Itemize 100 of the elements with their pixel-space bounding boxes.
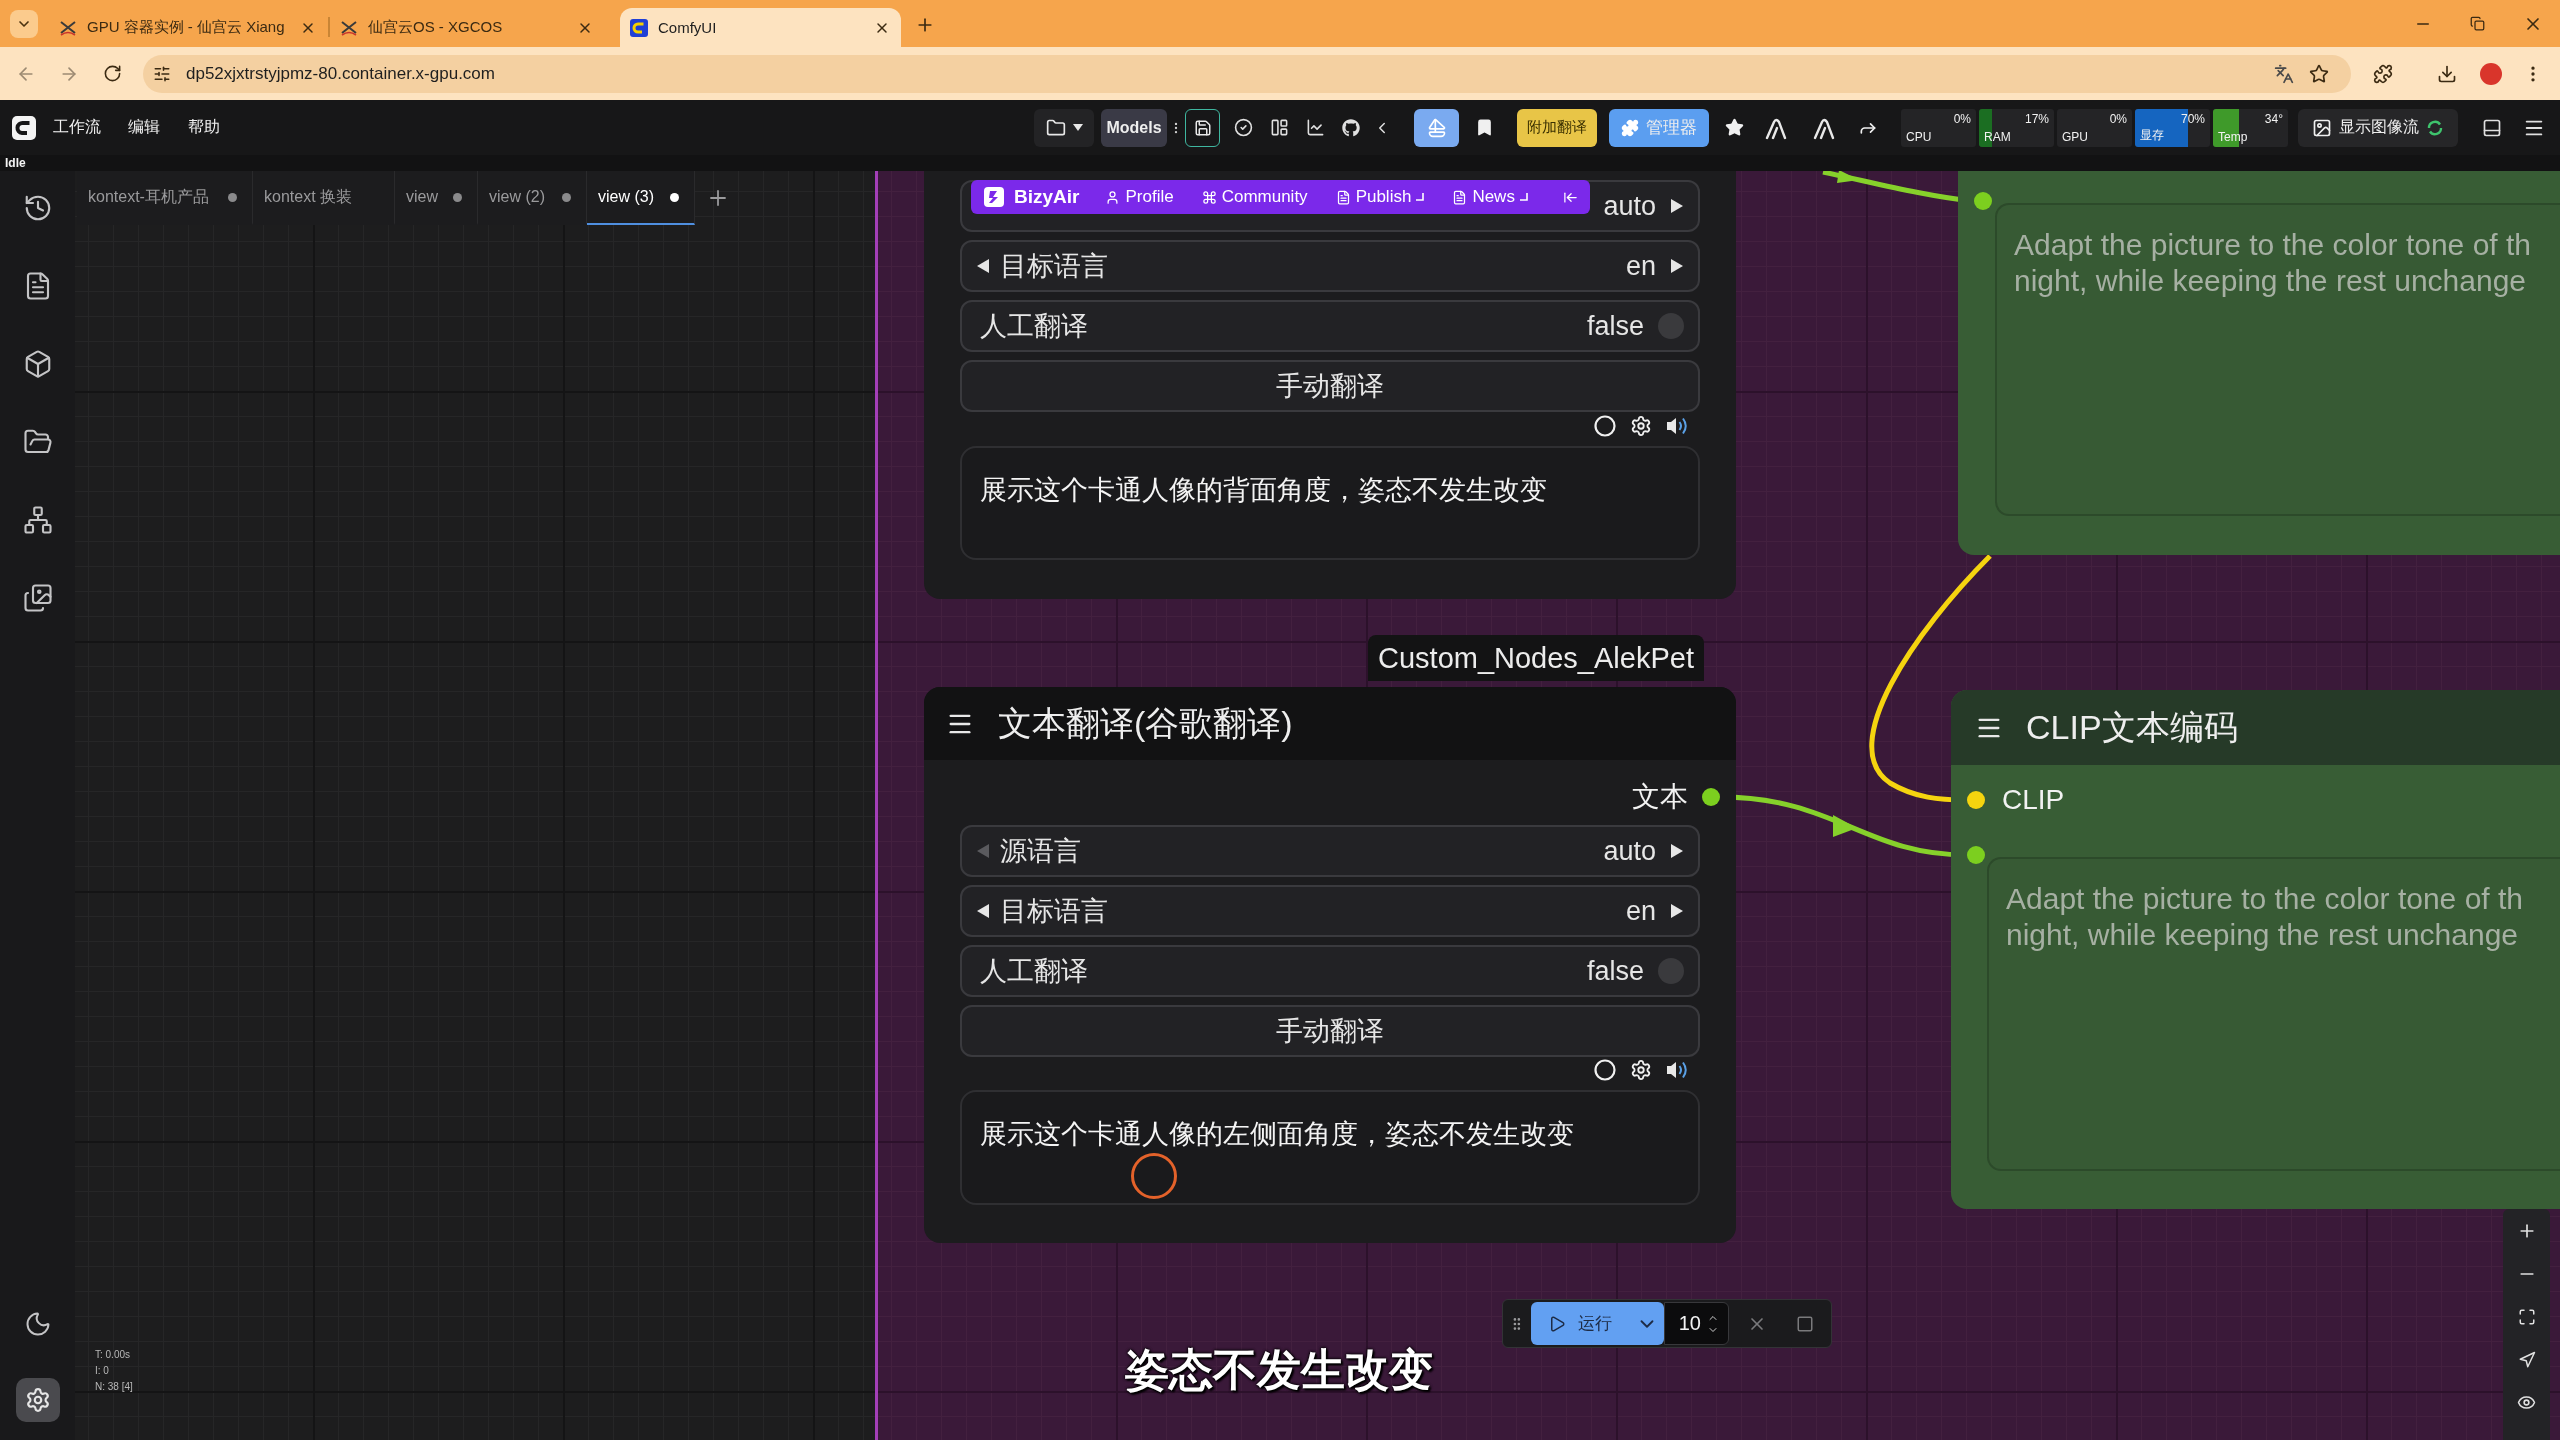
widget-value: en <box>1625 250 1656 282</box>
github-icon[interactable] <box>1342 118 1360 137</box>
sailboat-button[interactable] <box>1414 108 1459 147</box>
image-icon <box>2312 117 2332 138</box>
text-area[interactable]: Adapt the picture to the color tone of th night, while keeping the rest unchange <box>1987 857 2560 1171</box>
models-button[interactable]: Models <box>1101 108 1167 147</box>
address-bar[interactable]: dp52xjxtrstyjpmz-80.container.x-gpu.com <box>143 54 2351 93</box>
workflow-tab[interactable]: view (2) <box>478 171 587 225</box>
chart-icon[interactable] <box>1305 118 1325 137</box>
input-slot-icon[interactable] <box>1967 846 1985 864</box>
toggle-field[interactable]: 人工翻译 false <box>960 945 1700 997</box>
logo-icon[interactable] <box>984 187 1004 207</box>
url-text: dp52xjxtrstyjpmz-80.container.x-gpu.com <box>186 63 496 84</box>
site-info-icon[interactable] <box>153 64 171 83</box>
hierarchy-icon[interactable] <box>22 505 53 535</box>
translate-icon[interactable] <box>2274 63 2294 84</box>
combo-field[interactable]: 目标语言 en <box>960 240 1700 292</box>
workflow-tab[interactable]: kontext-耳机产品 <box>77 171 253 225</box>
images-icon[interactable] <box>22 583 53 613</box>
meter-reading: 17% <box>2024 111 2049 126</box>
circle-icon[interactable] <box>1594 415 1616 437</box>
toggle-field[interactable]: 人工翻译 false <box>960 300 1700 352</box>
panel-icon[interactable] <box>2482 117 2502 138</box>
combo-field[interactable]: 目标语言 en <box>960 885 1700 937</box>
menu-item[interactable]: 帮助 <box>188 117 220 138</box>
tab-title: GPU 容器实例 - 仙宫云 Xiang <box>87 18 286 37</box>
image-feed-button[interactable]: 显示图像流 <box>2298 108 2458 147</box>
check-circle-icon[interactable] <box>1233 118 1253 137</box>
command-icon <box>1201 189 1217 205</box>
previous-arrow-icon[interactable] <box>976 258 990 274</box>
next-arrow-icon[interactable] <box>1670 258 1684 274</box>
eye-icon[interactable] <box>2517 1393 2536 1412</box>
settings-button[interactable] <box>15 1378 60 1422</box>
workflow-folder-button[interactable] <box>1034 108 1094 147</box>
input-slot-icon[interactable] <box>1974 192 1992 210</box>
fit-view-icon[interactable] <box>2517 1307 2536 1326</box>
translate-button[interactable]: 附加翻译 <box>1517 108 1597 147</box>
reload-icon[interactable] <box>102 64 122 83</box>
cursor-ring-icon <box>1131 1153 1177 1199</box>
action-button[interactable]: 手动翻译 <box>960 1005 1700 1057</box>
workflow-tab[interactable]: view (3) <box>587 171 695 225</box>
widget-value: false <box>1586 310 1644 342</box>
logo-icon <box>630 18 648 37</box>
next-arrow-icon[interactable] <box>1670 903 1684 919</box>
toolbar-link[interactable]: Community <box>1201 187 1308 207</box>
menu-item[interactable]: 编辑 <box>128 117 160 138</box>
action-button[interactable]: 手动翻译 <box>960 360 1700 412</box>
text-area[interactable]: Adapt the picture to the color tone of th night, while keeping the rest unchange <box>1995 203 2560 516</box>
logo-icon <box>59 18 77 37</box>
text-area[interactable]: 展示这个卡通人像的背面角度，姿态不发生改变 <box>960 446 1700 560</box>
navigation-icon[interactable] <box>2517 1350 2536 1369</box>
star-icon[interactable] <box>1724 118 1744 137</box>
logo-icon[interactable] <box>12 115 36 140</box>
brand-name: BizyAir <box>1014 186 1080 208</box>
menu-item[interactable]: 工作流 <box>53 117 101 138</box>
browser-tab[interactable]: ComfyUI <box>620 8 901 47</box>
next-arrow-icon[interactable] <box>1670 198 1684 214</box>
toggle-knob[interactable] <box>1658 313 1684 339</box>
toggle-knob[interactable] <box>1658 958 1684 984</box>
widget-value: false <box>1586 955 1644 987</box>
restore-icon[interactable] <box>2470 16 2485 31</box>
batch-count-field[interactable]: 10 <box>1663 1302 1729 1345</box>
widget-value: auto <box>1603 835 1656 867</box>
toolbar-link[interactable]: Profile <box>1105 187 1174 207</box>
workflow-tab[interactable]: kontext 换装 <box>253 171 395 225</box>
meter-reading: 0% <box>2109 111 2127 126</box>
run-button[interactable]: 运行 <box>1530 1302 1630 1345</box>
next-arrow-icon[interactable] <box>1670 843 1684 859</box>
bookmark-star-icon[interactable] <box>2309 63 2329 84</box>
workflow-tab[interactable]: view <box>395 171 478 225</box>
text-area[interactable]: 展示这个卡通人像的左侧面角度，姿态不发生改变 <box>960 1090 1700 1205</box>
browser-tab[interactable]: 仙宫云OS - XGCOS <box>330 8 604 47</box>
settings-icon[interactable] <box>1630 415 1652 437</box>
download-icon[interactable] <box>2437 63 2457 84</box>
tab-title: 仙宫云OS - XGCOS <box>368 18 504 37</box>
toolbar-link[interactable]: Publish <box>1335 187 1425 207</box>
video-subtitle: 姿态不发生改变 <box>1125 1344 1433 1396</box>
node-source-badge: Custom_Nodes_AlekPet <box>1368 635 1704 681</box>
input-label: CLIP <box>2002 784 2065 816</box>
tab-search-button[interactable] <box>10 10 38 38</box>
save-button[interactable] <box>1185 108 1220 147</box>
toolbar-link[interactable]: News <box>1452 187 1528 207</box>
meter-label: RAM <box>1984 129 2011 144</box>
combo-field[interactable]: 源语言 auto <box>960 825 1700 877</box>
browser-tab[interactable]: GPU 容器实例 - 仙宫云 Xiang <box>49 8 327 47</box>
square-icon[interactable] <box>1796 1314 1814 1333</box>
meter-label: 显存 <box>2140 126 2164 144</box>
widget-label: 人工翻译 <box>980 310 1088 343</box>
speaker-icon[interactable] <box>1666 1059 1690 1081</box>
run-options-button[interactable] <box>1629 1302 1664 1345</box>
layout-icon[interactable] <box>1269 118 1289 137</box>
settings-icon[interactable] <box>1630 1059 1652 1081</box>
profile-avatar-icon[interactable] <box>2480 62 2502 85</box>
previous-arrow-icon[interactable] <box>976 903 990 919</box>
settings-icon <box>24 1387 51 1413</box>
output-slot-icon[interactable] <box>1702 788 1720 806</box>
extensions-icon[interactable] <box>2373 63 2393 84</box>
circle-icon[interactable] <box>1594 1059 1616 1081</box>
speaker-icon[interactable] <box>1666 415 1690 437</box>
input-slot-icon[interactable] <box>1967 791 1985 809</box>
